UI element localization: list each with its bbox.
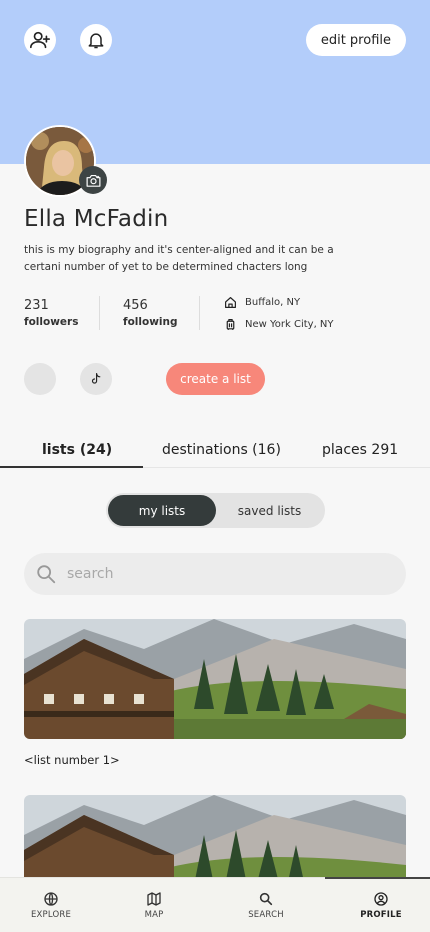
following-stat[interactable]: 456 following [123,298,177,328]
nav-map-label: MAP [144,910,164,920]
map-icon [147,892,161,906]
search-icon [259,892,273,906]
profile-name: Ella McFadin [24,206,169,232]
nav-active-indicator [325,877,430,879]
stat-divider [199,296,200,330]
current-city-text: New York City, NY [245,319,334,330]
segment-my-lists[interactable]: my lists [108,495,216,526]
mountain-chalet-image [24,619,406,739]
tiktok-link-button[interactable] [80,363,112,395]
hometown-row: Buffalo, NY [224,296,300,309]
add-user-icon [30,31,50,49]
following-count: 456 [123,298,148,313]
list-cover-image[interactable] [24,619,406,739]
nav-search[interactable]: SEARCH [226,891,306,920]
tiktok-icon [91,373,101,384]
list-title[interactable]: <list number 1> [24,753,120,767]
stat-divider [99,296,100,330]
luggage-icon [226,319,235,330]
tab-places[interactable]: places 291 [322,442,398,458]
search-bar[interactable] [24,553,406,595]
globe-icon [44,892,58,906]
profile-tabs: lists (24) destinations (16) places 291 [0,437,430,468]
followers-stat[interactable]: 231 followers [24,298,78,328]
nav-explore-label: EXPLORE [30,910,72,920]
following-label: following [123,316,178,328]
hometown-text: Buffalo, NY [245,297,301,308]
current-city-row: New York City, NY [224,318,334,331]
profile-bio: this is my biography and it's center-ali… [24,244,334,273]
nav-map[interactable]: MAP [114,891,194,920]
nav-search-label: SEARCH [248,910,284,920]
home-icon [225,297,236,308]
user-circle-icon [374,892,388,906]
nav-profile[interactable]: PROFILE [341,891,421,920]
notifications-button[interactable] [80,24,112,56]
followers-count: 231 [24,298,49,313]
create-list-button[interactable]: create a list [166,363,265,395]
camera-icon [86,174,100,187]
nav-profile-label: PROFILE [360,910,402,920]
followers-label: followers [24,316,79,328]
search-icon [37,565,56,584]
segment-saved-lists[interactable]: saved lists [216,495,323,526]
nav-explore[interactable]: EXPLORE [11,891,91,920]
tab-lists[interactable]: lists (24) [42,442,112,458]
bell-icon [88,33,104,49]
instagram-link-button[interactable] [24,363,56,395]
tab-destinations[interactable]: destinations (16) [162,442,281,458]
change-photo-button[interactable] [79,166,107,194]
search-input[interactable] [67,566,367,582]
lists-segmented-control: my lists saved lists [106,493,325,528]
active-tab-indicator [0,466,143,468]
edit-profile-button[interactable]: edit profile [305,24,406,56]
add-friend-button[interactable] [24,24,56,56]
bottom-navigation: EXPLORE MAP SEARCH PROFILE [0,877,430,932]
